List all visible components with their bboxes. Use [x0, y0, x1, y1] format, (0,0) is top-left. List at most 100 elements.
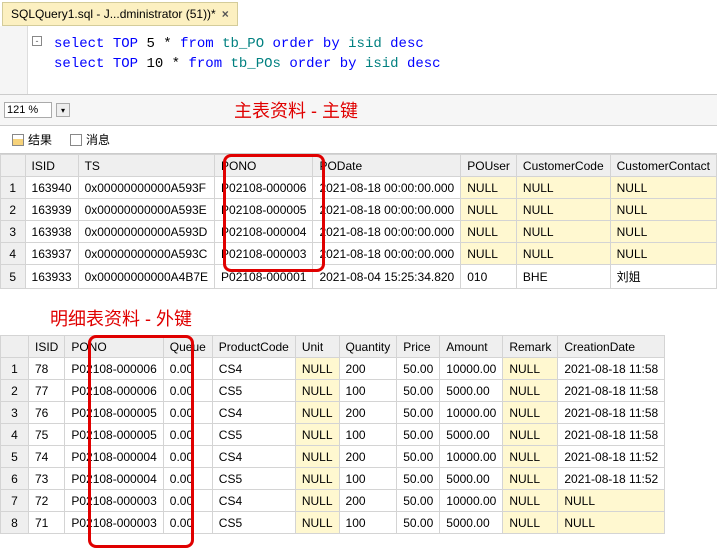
- cell[interactable]: 72: [29, 490, 65, 512]
- cell[interactable]: 100: [339, 424, 397, 446]
- column-header[interactable]: Price: [397, 336, 440, 358]
- cell[interactable]: 163938: [25, 221, 78, 243]
- cell[interactable]: 77: [29, 380, 65, 402]
- row-number[interactable]: 5: [1, 265, 26, 289]
- cell[interactable]: P02108-000006: [215, 177, 313, 199]
- cell[interactable]: 5000.00: [440, 380, 503, 402]
- cell[interactable]: NULL: [503, 402, 558, 424]
- cell[interactable]: P02108-000003: [215, 243, 313, 265]
- cell[interactable]: 0x00000000000A593D: [78, 221, 214, 243]
- table-row[interactable]: 277P02108-0000060.00CS5NULL10050.005000.…: [1, 380, 665, 402]
- cell[interactable]: P02108-000004: [215, 221, 313, 243]
- cell[interactable]: NULL: [295, 402, 339, 424]
- column-header[interactable]: CreationDate: [558, 336, 665, 358]
- table-row[interactable]: 21639390x00000000000A593EP02108-00000520…: [1, 199, 717, 221]
- table-row[interactable]: 51639330x00000000000A4B7EP02108-00000120…: [1, 265, 717, 289]
- sql-editor[interactable]: - select TOP 5 * from tb_PO order by isi…: [0, 26, 717, 94]
- cell[interactable]: 0.00: [163, 490, 212, 512]
- cell[interactable]: 78: [29, 358, 65, 380]
- cell[interactable]: NULL: [558, 490, 665, 512]
- cell[interactable]: 50.00: [397, 380, 440, 402]
- cell[interactable]: NULL: [461, 199, 517, 221]
- tab-messages[interactable]: 消息: [62, 128, 118, 151]
- cell[interactable]: NULL: [503, 490, 558, 512]
- row-number[interactable]: 4: [1, 424, 29, 446]
- cell[interactable]: NULL: [295, 490, 339, 512]
- cell[interactable]: 2021-08-18 00:00:00.000: [313, 243, 461, 265]
- cell[interactable]: 10000.00: [440, 490, 503, 512]
- column-header[interactable]: PONO: [215, 155, 313, 177]
- column-header[interactable]: PODate: [313, 155, 461, 177]
- cell[interactable]: 0x00000000000A593C: [78, 243, 214, 265]
- cell[interactable]: 10000.00: [440, 446, 503, 468]
- cell[interactable]: 50.00: [397, 468, 440, 490]
- cell[interactable]: 200: [339, 402, 397, 424]
- cell[interactable]: 刘姐: [610, 265, 716, 289]
- cell[interactable]: CS4: [212, 490, 295, 512]
- cell[interactable]: 0x00000000000A4B7E: [78, 265, 214, 289]
- cell[interactable]: 5000.00: [440, 512, 503, 534]
- fold-marker-icon[interactable]: -: [32, 36, 42, 46]
- cell[interactable]: NULL: [295, 380, 339, 402]
- table-row[interactable]: 31639380x00000000000A593DP02108-00000420…: [1, 221, 717, 243]
- column-header[interactable]: Unit: [295, 336, 339, 358]
- column-header[interactable]: ISID: [25, 155, 78, 177]
- zoom-input[interactable]: [4, 102, 52, 118]
- column-header[interactable]: Amount: [440, 336, 503, 358]
- cell[interactable]: NULL: [516, 177, 610, 199]
- document-tab[interactable]: SQLQuery1.sql - J...dministrator (51))* …: [2, 2, 238, 26]
- cell[interactable]: NULL: [503, 380, 558, 402]
- cell[interactable]: P02108-000003: [65, 490, 163, 512]
- column-header[interactable]: PONO: [65, 336, 163, 358]
- cell[interactable]: 2021-08-18 00:00:00.000: [313, 199, 461, 221]
- cell[interactable]: 0x00000000000A593E: [78, 199, 214, 221]
- cell[interactable]: CS5: [212, 380, 295, 402]
- column-header[interactable]: CustomerContact: [610, 155, 716, 177]
- row-number[interactable]: 2: [1, 380, 29, 402]
- cell[interactable]: NULL: [516, 199, 610, 221]
- cell[interactable]: 0.00: [163, 358, 212, 380]
- cell[interactable]: 2021-08-18 11:58: [558, 358, 665, 380]
- cell[interactable]: 76: [29, 402, 65, 424]
- close-icon[interactable]: ×: [222, 7, 229, 21]
- table-row[interactable]: 475P02108-0000050.00CS5NULL10050.005000.…: [1, 424, 665, 446]
- cell[interactable]: 2021-08-18 00:00:00.000: [313, 177, 461, 199]
- cell[interactable]: 2021-08-04 15:25:34.820: [313, 265, 461, 289]
- row-number[interactable]: 2: [1, 199, 26, 221]
- table-row[interactable]: 772P02108-0000030.00CS4NULL20050.0010000…: [1, 490, 665, 512]
- cell[interactable]: 163939: [25, 199, 78, 221]
- cell[interactable]: NULL: [295, 512, 339, 534]
- cell[interactable]: 50.00: [397, 424, 440, 446]
- cell[interactable]: 10000.00: [440, 358, 503, 380]
- cell[interactable]: P02108-000005: [215, 199, 313, 221]
- tab-results[interactable]: 结果: [4, 128, 60, 151]
- cell[interactable]: P02108-000004: [65, 468, 163, 490]
- cell[interactable]: 0.00: [163, 468, 212, 490]
- column-header[interactable]: Quantity: [339, 336, 397, 358]
- column-header[interactable]: POUser: [461, 155, 517, 177]
- cell[interactable]: NULL: [516, 221, 610, 243]
- cell[interactable]: 0.00: [163, 446, 212, 468]
- cell[interactable]: 200: [339, 358, 397, 380]
- table-row[interactable]: 178P02108-0000060.00CS4NULL20050.0010000…: [1, 358, 665, 380]
- cell[interactable]: 100: [339, 512, 397, 534]
- column-header[interactable]: Remark: [503, 336, 558, 358]
- cell[interactable]: NULL: [461, 243, 517, 265]
- cell[interactable]: P02108-000006: [65, 358, 163, 380]
- cell[interactable]: CS5: [212, 468, 295, 490]
- cell[interactable]: 74: [29, 446, 65, 468]
- cell[interactable]: CS4: [212, 402, 295, 424]
- cell[interactable]: P02108-000005: [65, 424, 163, 446]
- cell[interactable]: NULL: [558, 512, 665, 534]
- table-row[interactable]: 574P02108-0000040.00CS4NULL20050.0010000…: [1, 446, 665, 468]
- cell[interactable]: 2021-08-18 11:58: [558, 380, 665, 402]
- chevron-down-icon[interactable]: ▾: [56, 103, 70, 117]
- cell[interactable]: NULL: [503, 512, 558, 534]
- cell[interactable]: 2021-08-18 11:58: [558, 402, 665, 424]
- cell[interactable]: NULL: [610, 243, 716, 265]
- cell[interactable]: 2021-08-18 11:52: [558, 446, 665, 468]
- row-number[interactable]: 5: [1, 446, 29, 468]
- row-number[interactable]: 4: [1, 243, 26, 265]
- cell[interactable]: 0x00000000000A593F: [78, 177, 214, 199]
- cell[interactable]: P02108-000004: [65, 446, 163, 468]
